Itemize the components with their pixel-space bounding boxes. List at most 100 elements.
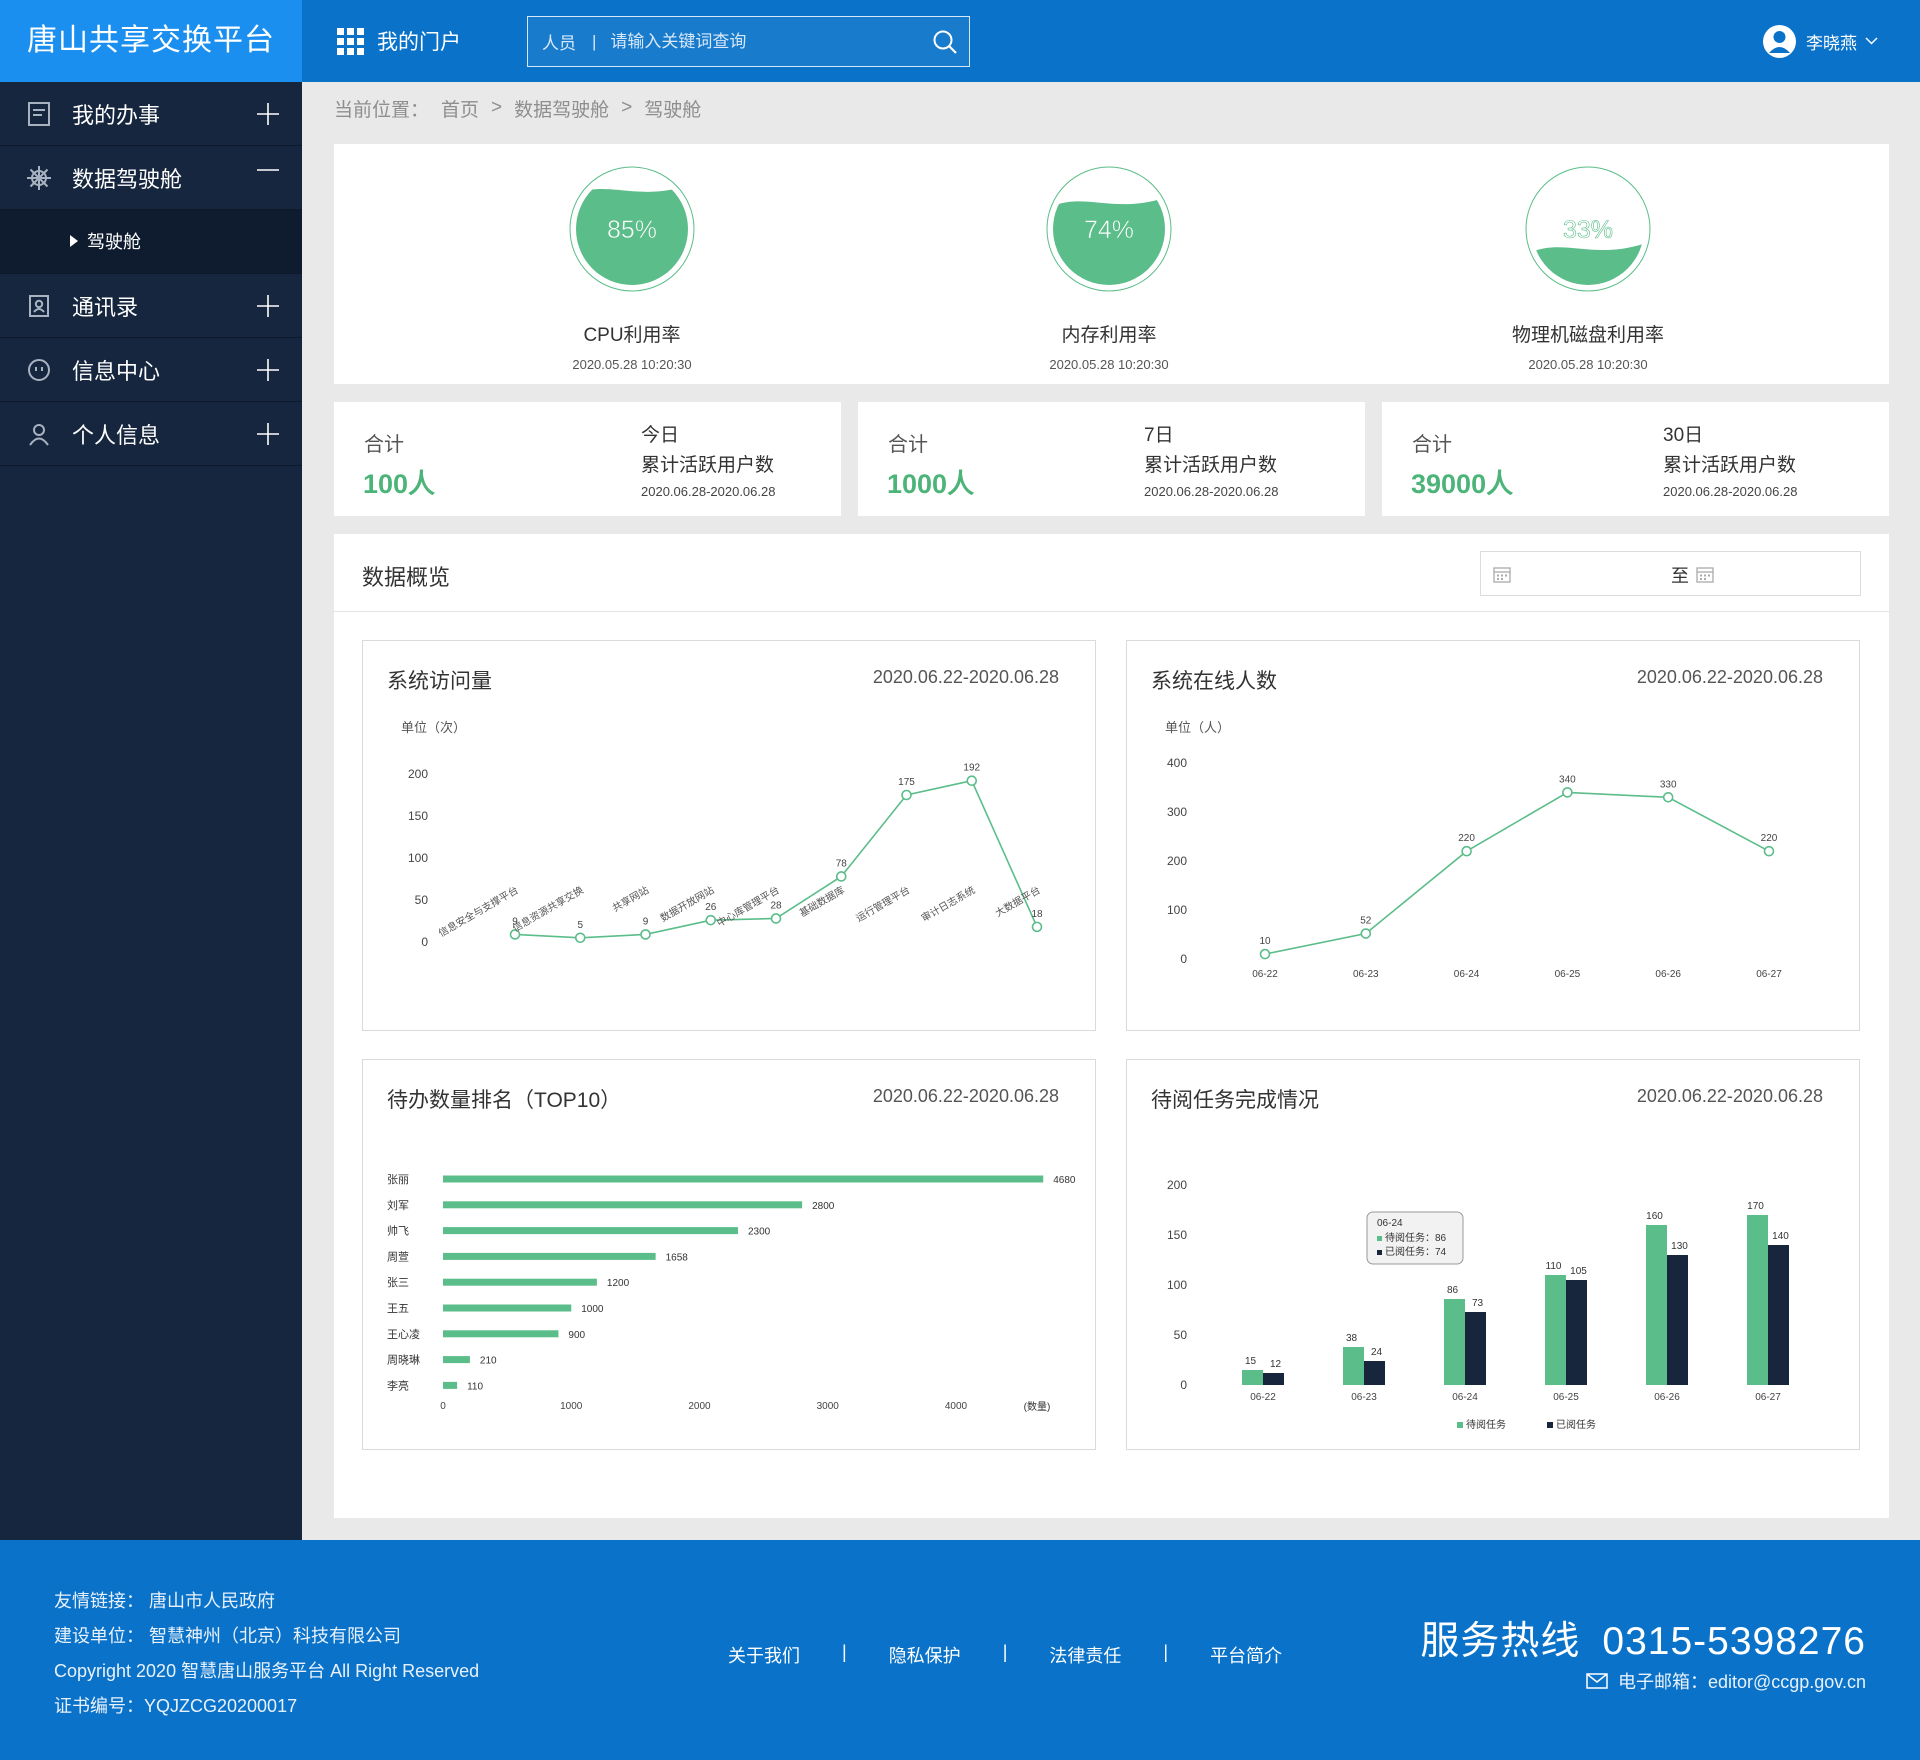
- user-menu[interactable]: 李晓燕: [1763, 22, 1878, 60]
- sidebar-item-data-cockpit[interactable]: 数据驾驶舱: [0, 146, 302, 210]
- bar: [1465, 1312, 1486, 1385]
- calendar-icon[interactable]: [1696, 565, 1714, 583]
- y-tick-label: 150: [408, 809, 428, 823]
- sidebar-item-personal-info[interactable]: 个人信息: [0, 402, 302, 466]
- data-label: 12: [1270, 1359, 1282, 1370]
- stat-label: 合计: [888, 434, 928, 456]
- plus-icon[interactable]: [256, 422, 280, 446]
- plus-icon[interactable]: [256, 294, 280, 318]
- footer-link-intro[interactable]: 平台简介: [1210, 1642, 1282, 1668]
- portal-menu[interactable]: 我的门户: [337, 26, 461, 56]
- data-point: [1031, 921, 1043, 933]
- stat-label: 合计: [364, 434, 404, 456]
- data-label: 110: [1546, 1261, 1562, 1272]
- gauge-title: CPU利用率: [583, 325, 681, 346]
- gauge-value: 74%: [1084, 216, 1134, 244]
- message-icon: [26, 357, 52, 383]
- bar: [443, 1252, 656, 1260]
- data-point: [770, 913, 782, 924]
- y-axis-unit: 单位（次）: [401, 720, 466, 735]
- y-tick-label: 150: [1167, 1228, 1187, 1242]
- sidebar-item-label: 信息中心: [72, 358, 161, 384]
- x-tick-label: 0: [440, 1401, 446, 1412]
- bar: [443, 1201, 803, 1209]
- footer-link-legal[interactable]: 法律责任: [1049, 1642, 1121, 1668]
- data-point: [1360, 928, 1372, 939]
- stat-desc: 累计活跃用户数: [1663, 455, 1797, 476]
- x-tick-label: 2000: [688, 1401, 711, 1412]
- sidebar-item-message-center[interactable]: 信息中心: [0, 338, 302, 402]
- data-label: 52: [1360, 916, 1372, 927]
- footer-link-about[interactable]: 关于我们: [728, 1642, 800, 1668]
- sidebar: 我的办事 数据驾驶舱 驾驶舱 通讯录 信息中心 个人信息: [0, 82, 302, 1540]
- certificate-number: 证书编号：YQJZCG20200017: [54, 1696, 298, 1716]
- bar: [1566, 1280, 1587, 1385]
- y-tick-label: 100: [408, 851, 428, 865]
- search-category[interactable]: 人员: [528, 29, 576, 54]
- data-label: 220: [1761, 833, 1778, 844]
- sidebar-item-my-affairs[interactable]: 我的办事: [0, 82, 302, 146]
- minus-icon[interactable]: [256, 166, 280, 190]
- divider: [334, 611, 1889, 612]
- search-input[interactable]: [610, 31, 921, 52]
- y-tick-label: 400: [1167, 756, 1187, 770]
- x-tick-label: 06-22: [1252, 969, 1278, 980]
- contact-email[interactable]: 电子邮箱：editor@ccgp.gov.cn: [1586, 1668, 1866, 1694]
- x-tick-label: 审计日志系统: [919, 883, 977, 924]
- x-tick-label: 共享网站: [610, 883, 651, 914]
- stat-period: 7日: [1144, 425, 1174, 446]
- data-label: 1658: [666, 1252, 689, 1263]
- data-label: 28: [770, 900, 782, 911]
- stat-value: 39000人: [1411, 469, 1514, 499]
- calendar-icon[interactable]: [1493, 565, 1511, 583]
- data-label: 340: [1559, 774, 1576, 785]
- bar: [1242, 1370, 1263, 1385]
- gauge-time: 2020.05.28 10:20:30: [572, 357, 692, 372]
- data-point: [1562, 787, 1573, 798]
- search-icon[interactable]: [921, 18, 969, 66]
- date-range-to: 至: [1671, 566, 1689, 586]
- online-line-chart: 单位（人） 0 100 200 300 400 10 52 220 340 330 220 06-22 0…: [1165, 720, 1782, 980]
- data-label: 175: [898, 777, 915, 788]
- friend-links[interactable]: 友情链接： 唐山市人民政府: [54, 1584, 479, 1619]
- plus-icon[interactable]: [256, 102, 280, 126]
- sidebar-subitem-cockpit[interactable]: 驾驶舱: [0, 210, 302, 274]
- gauge-title: 内存利用率: [1061, 325, 1157, 346]
- footer-link-privacy[interactable]: 隐私保护: [889, 1642, 961, 1668]
- data-point: [1763, 845, 1775, 857]
- y-tick-label: 刘军: [387, 1199, 409, 1212]
- legend-label: 已阅任务: [1556, 1418, 1596, 1431]
- data-label: 78: [836, 858, 848, 869]
- tooltip-line: 待阅任务：86: [1385, 1231, 1447, 1244]
- x-tick-label: 4000: [945, 1401, 968, 1412]
- user-icon: [26, 421, 52, 447]
- breadcrumb-data-cockpit[interactable]: 数据驾驶舱: [514, 95, 609, 122]
- hotline-number: 0315-5398276: [1602, 1620, 1866, 1663]
- data-point: [835, 871, 847, 882]
- x-tick-label: 06-23: [1353, 969, 1379, 980]
- data-label: 1200: [607, 1278, 630, 1289]
- y-tick-label: 王五: [387, 1303, 409, 1315]
- bar: [1545, 1275, 1566, 1385]
- y-tick-label: 300: [1167, 805, 1187, 819]
- date-range-picker[interactable]: 至: [1480, 551, 1861, 596]
- brand-title[interactable]: 唐山共享交换平台: [0, 0, 302, 82]
- visits-chart-panel: 系统访问量 2020.06.22-2020.06.28 单位（次） 0 50 100 1…: [362, 640, 1096, 1031]
- stat-range: 2020.06.28-2020.06.28: [641, 484, 776, 499]
- x-tick-label: 06-25: [1553, 1392, 1579, 1403]
- gauge-time: 2020.05.28 10:20:30: [1049, 357, 1169, 372]
- sidebar-item-contacts[interactable]: 通讯录: [0, 274, 302, 338]
- y-tick-label: 100: [1167, 903, 1187, 917]
- data-overview-card: 数据概览 至 系统访问量 2020.06.22-2020.06.28 单位（次）…: [334, 534, 1889, 1518]
- plus-icon[interactable]: [256, 358, 280, 382]
- data-label: 26: [705, 902, 717, 913]
- data-label: 220: [1458, 833, 1475, 844]
- bar: [443, 1304, 572, 1312]
- mail-icon: [1586, 1673, 1608, 1689]
- stat-period: 今日: [641, 425, 680, 446]
- avatar-icon: [1763, 24, 1796, 58]
- user-name: 李晓燕: [1806, 33, 1857, 53]
- breadcrumb-home[interactable]: 首页: [441, 95, 479, 122]
- x-axis-unit: (数量): [1024, 1400, 1051, 1413]
- data-point: [966, 775, 978, 787]
